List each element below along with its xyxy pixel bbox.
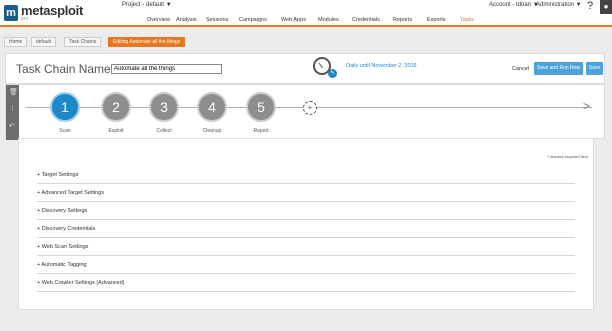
step-3-label: Collect [156,128,172,134]
setting-advanced-target[interactable]: + Advanced Target Settings [37,184,575,202]
setting-discovery[interactable]: + Discovery Settings [37,202,575,220]
task-chain-title: Task Chain Name: [16,62,115,76]
add-step-button[interactable]: + [303,101,317,115]
nav-web-apps[interactable]: Web Apps [281,17,306,23]
task-chain-steps: 🗑 ⋮ ↶ > 1 Scan 2 Exploit 3 Collect 4 Cle… [5,84,605,140]
top-bar: m metasploit pro Project - default ▼ Acc… [0,0,612,27]
step-2-label: Exploit [108,128,124,134]
nav-campaigns[interactable]: Campaigns [239,17,267,23]
chain-end-arrow-icon: > [583,99,591,113]
setting-target[interactable]: + Target Settings [37,166,575,184]
undo-icon[interactable]: ↶ [9,122,15,130]
setting-web-scan[interactable]: + Web Scan Settings [37,238,575,256]
grip-icon[interactable]: ⋮ [9,104,16,112]
nav-credentials[interactable]: Credentials [352,17,380,23]
step-4-label: Cleanup [202,128,222,134]
schedule-text[interactable]: Daily until November 2, 2016 [346,63,417,69]
schedule-edit-icon[interactable]: ✎ [328,69,337,78]
breadcrumb-task-chains[interactable]: Task Chains [64,37,102,47]
step-1-label: Scan [59,128,71,134]
save-button[interactable]: Save [586,62,603,75]
main-nav: Overview Analysis Sessions Campaigns Web… [0,17,612,26]
nav-reports[interactable]: Reports [393,17,412,23]
required-field-note: * denotes required field [546,154,588,159]
breadcrumb-home[interactable]: Home [4,37,28,47]
step-2[interactable]: 2 [101,92,131,122]
setting-discovery-credentials[interactable]: + Discovery Credentials [37,220,575,238]
breadcrumb-project[interactable]: default [31,37,57,47]
nav-tasks[interactable]: Tasks [460,17,474,23]
breadcrumb-current: Editing Automate all the things [108,37,186,47]
step-4[interactable]: 4 [197,92,227,122]
task-chain-header: Task Chain Name: ✎ Daily until November … [5,53,605,84]
setting-web-crawler[interactable]: + Web Crawler Settings (Advanced) [37,274,575,292]
task-chain-name-input[interactable] [111,64,222,74]
setting-automatic-tagging[interactable]: + Automatic Tagging [37,256,575,274]
step-5-label: Report [253,128,269,134]
project-selector[interactable]: Project - default ▼ [122,2,172,8]
nav-exports[interactable]: Exports [427,17,446,23]
logo-text: metasploit [21,3,84,18]
step-3[interactable]: 3 [149,92,179,122]
nav-analysis[interactable]: Analysis [176,17,196,23]
account-menu[interactable]: Account - tdoan ▼ [489,2,539,8]
administration-menu[interactable]: Administration ▼ [536,2,582,8]
nav-sessions[interactable]: Sessions [206,17,228,23]
step-side-tools: 🗑 ⋮ ↶ [6,85,19,140]
step-1[interactable]: 1 [50,92,80,122]
help-icon[interactable]: ? [587,0,593,12]
trash-icon[interactable]: 🗑 [9,88,18,96]
save-and-run-button[interactable]: Save and Run Now [534,62,583,75]
step-settings-panel: * denotes required field + Target Settin… [18,138,594,310]
nav-overview[interactable]: Overview [147,17,170,23]
step-5[interactable]: 5 [246,92,276,122]
cancel-button[interactable]: Cancel [512,66,529,72]
user-icon[interactable]: ● [600,0,612,14]
nav-modules[interactable]: Modules [318,17,339,23]
